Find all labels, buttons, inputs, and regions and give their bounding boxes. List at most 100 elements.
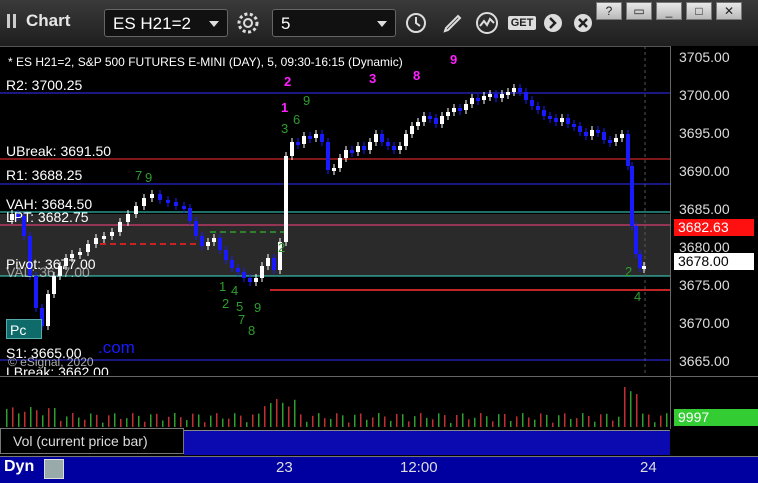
r2-label: R2: 3700.25 bbox=[6, 77, 83, 93]
volume-bar bbox=[126, 418, 128, 427]
fc-icon[interactable] bbox=[44, 459, 64, 479]
restore-button[interactable]: ▭ bbox=[626, 2, 652, 20]
interval-dropdown[interactable]: 5 bbox=[272, 9, 396, 37]
volume-bar bbox=[462, 413, 464, 427]
volume-bar bbox=[582, 413, 584, 427]
close-circle-icon[interactable] bbox=[568, 9, 598, 37]
marker-green-3: 3 bbox=[281, 121, 289, 136]
pause-icon[interactable] bbox=[6, 14, 18, 28]
volume-bar bbox=[450, 422, 452, 427]
candle bbox=[536, 106, 540, 110]
candle bbox=[410, 126, 414, 134]
candle bbox=[212, 238, 216, 242]
marker-green-6: 6 bbox=[293, 112, 301, 127]
ubreak-label: UBreak: 3691.50 bbox=[6, 143, 112, 159]
candle bbox=[608, 140, 612, 143]
volume-bar bbox=[276, 399, 278, 427]
maximize-button[interactable]: □ bbox=[686, 2, 712, 20]
minimize-button[interactable]: _ bbox=[656, 2, 682, 20]
volume-bar bbox=[390, 420, 392, 427]
dyn-label: Dyn bbox=[4, 458, 35, 475]
volume-bar bbox=[90, 413, 92, 427]
candle bbox=[218, 238, 222, 250]
candle bbox=[578, 126, 582, 132]
candle bbox=[150, 194, 154, 198]
candle bbox=[290, 142, 294, 156]
volume-bar bbox=[468, 419, 470, 427]
volume-bar bbox=[162, 420, 164, 427]
volume-bar bbox=[54, 407, 56, 427]
get-icon[interactable]: GET bbox=[504, 9, 540, 37]
volume-bar bbox=[420, 413, 422, 427]
volume-bar bbox=[564, 413, 566, 427]
candle bbox=[614, 138, 618, 142]
candle bbox=[440, 116, 444, 124]
candle bbox=[332, 168, 336, 171]
candle bbox=[118, 222, 122, 232]
volume-bar bbox=[510, 420, 512, 427]
marker-green-2c: 2 bbox=[625, 264, 633, 279]
study-label[interactable]: Vol (current price bar) × bbox=[0, 427, 192, 454]
price-canvas bbox=[0, 46, 670, 376]
candle bbox=[126, 214, 130, 222]
volume-bar bbox=[588, 415, 590, 427]
symbol-dropdown[interactable]: ES H21=2 bbox=[104, 9, 228, 37]
link-arrow-icon[interactable] bbox=[538, 9, 568, 37]
candle bbox=[638, 254, 642, 268]
candle bbox=[584, 132, 588, 136]
candle bbox=[416, 122, 420, 126]
volume-bar bbox=[576, 418, 578, 427]
volume-bar bbox=[486, 416, 488, 427]
marker-green-2b: 2 bbox=[222, 296, 230, 311]
volume-bar bbox=[546, 414, 548, 427]
clock-icon[interactable] bbox=[401, 9, 431, 37]
volume-bar bbox=[60, 420, 62, 427]
studies-icon[interactable] bbox=[472, 9, 502, 37]
window-title: Chart bbox=[26, 11, 71, 30]
interval-value: 5 bbox=[281, 14, 291, 33]
candle bbox=[630, 166, 634, 226]
watermark-com: .com bbox=[98, 338, 135, 357]
candle bbox=[548, 116, 552, 119]
candle bbox=[200, 236, 204, 246]
price-axis[interactable]: 3705.00 3700.00 3695.00 3690.00 3685.00 … bbox=[670, 46, 758, 376]
help-icon: ? bbox=[605, 4, 613, 18]
price-tick: 3670.00 bbox=[679, 315, 730, 331]
candle bbox=[224, 250, 228, 260]
close-button[interactable]: ✕ bbox=[716, 2, 742, 20]
close-icon: ✕ bbox=[723, 4, 735, 18]
volume-bar bbox=[96, 414, 98, 427]
time-label: 12:00 bbox=[400, 459, 438, 476]
volume-bar bbox=[384, 416, 386, 427]
volume-bar bbox=[342, 415, 344, 427]
volume-bar bbox=[132, 413, 134, 427]
candle bbox=[590, 130, 594, 136]
volume-bar bbox=[180, 417, 182, 427]
volume-bar bbox=[30, 407, 32, 427]
volume-value-tag: 9997 bbox=[674, 409, 758, 426]
pencil-icon[interactable] bbox=[438, 9, 468, 37]
candle bbox=[182, 206, 186, 209]
marker-magenta-2: 2 bbox=[284, 74, 292, 89]
candle bbox=[134, 206, 138, 214]
toolbar: Chart ES H21=2 5 GET ? ▭ _ □ ✕ bbox=[0, 0, 758, 47]
help-button[interactable]: ? bbox=[596, 2, 622, 20]
volume-bar bbox=[18, 413, 20, 427]
candle bbox=[482, 96, 486, 100]
candle bbox=[596, 130, 600, 133]
chart-header: * ES H21=2, S&P 500 FUTURES E-MINI (DAY)… bbox=[8, 55, 403, 69]
price-tick: 3705.00 bbox=[679, 49, 730, 65]
candle bbox=[188, 208, 192, 221]
candle bbox=[86, 244, 90, 252]
candle bbox=[476, 98, 480, 101]
volume-bar bbox=[360, 413, 362, 427]
candle bbox=[338, 158, 342, 168]
volume-pane[interactable] bbox=[0, 376, 670, 429]
watermark-pc: Pc bbox=[6, 319, 42, 339]
minimize-icon: _ bbox=[665, 4, 673, 18]
price-plot[interactable]: * ES H21=2, S&P 500 FUTURES E-MINI (DAY)… bbox=[0, 46, 670, 376]
candle bbox=[494, 94, 498, 98]
gear-icon[interactable] bbox=[233, 9, 263, 37]
volume-bar bbox=[630, 391, 632, 427]
volume-bar bbox=[654, 422, 656, 427]
